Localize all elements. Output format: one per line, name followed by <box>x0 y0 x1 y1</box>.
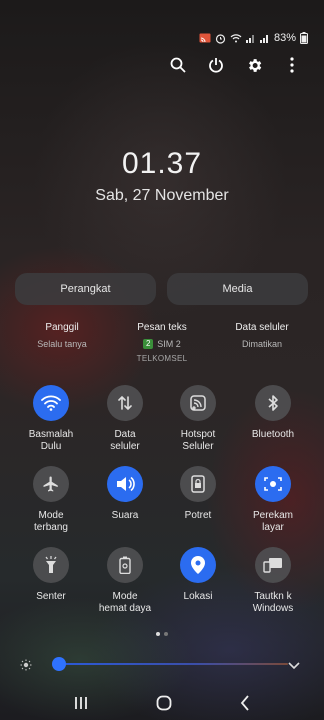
tile-screen-recorder[interactable]: Perekam layar <box>233 466 313 534</box>
tile-wifi[interactable]: Basmalah Dulu <box>11 385 91 453</box>
rotation-lock-icon[interactable] <box>180 466 216 502</box>
wifi-icon[interactable] <box>33 385 69 421</box>
sim-badge: 2 <box>143 339 154 349</box>
tile-bluetooth[interactable]: Bluetooth <box>233 385 313 441</box>
clock-date[interactable]: Sab, 27 November <box>0 187 324 205</box>
signal-icon <box>259 33 270 43</box>
clock-time[interactable]: 01.37 <box>0 147 324 181</box>
call-setting[interactable]: Panggil Selalu tanya <box>12 322 112 349</box>
devices-button[interactable]: Perangkat <box>15 273 156 305</box>
chevron-down-icon[interactable] <box>288 658 300 676</box>
alarm-icon <box>215 33 226 44</box>
cast-icon <box>199 33 211 43</box>
tile-mobile-data[interactable]: Data seluler <box>85 385 165 453</box>
signal-icon <box>245 33 256 43</box>
brightness-slider[interactable] <box>18 656 308 672</box>
sim-label: SIM 2 <box>157 339 181 349</box>
brightness-track[interactable] <box>58 663 288 665</box>
tile-label: Perekam layar <box>252 510 293 533</box>
mobile-data-sub: Dimatikan <box>241 339 282 349</box>
speaker-icon[interactable] <box>107 466 143 502</box>
call-sub: Selalu tanya <box>37 339 87 349</box>
status-bar: 83% <box>199 30 308 46</box>
search-icon[interactable] <box>168 55 188 75</box>
tile-power-saving[interactable]: Mode hemat daya <box>85 547 165 615</box>
tile-label: Lokasi <box>183 591 213 602</box>
sms-sub: 2 SIM 2 <box>112 339 212 349</box>
page-dot <box>164 632 168 636</box>
brightness-knob[interactable] <box>52 657 66 671</box>
battery-percent: 83% <box>273 32 296 44</box>
power-saving-icon[interactable] <box>107 547 143 583</box>
gear-icon[interactable] <box>244 55 264 75</box>
tile-label: Suara <box>111 510 139 521</box>
tile-link-windows[interactable]: Tautkn k Windows <box>233 547 313 615</box>
tile-label: Basmalah Dulu <box>28 429 74 452</box>
sms-title: Pesan teks <box>137 322 187 333</box>
location-icon[interactable] <box>180 547 216 583</box>
sms-setting[interactable]: Pesan teks 2 SIM 2 TELKOMSEL <box>112 322 212 363</box>
tile-hotspot[interactable]: Hotspot Seluler <box>158 385 238 453</box>
tile-airplane[interactable]: Mode terbang <box>11 466 91 534</box>
tile-flashlight[interactable]: Senter <box>11 547 91 603</box>
mobile-data-title: Data seluler <box>235 322 289 333</box>
power-icon[interactable] <box>206 55 226 75</box>
navigation-bar <box>0 690 324 720</box>
tile-label: Potret <box>184 510 212 521</box>
mobile-data-setting[interactable]: Data seluler Dimatikan <box>212 322 312 349</box>
tile-label: Senter <box>36 591 66 602</box>
tile-label: Data seluler <box>110 429 140 452</box>
brightness-icon <box>20 658 32 676</box>
more-icon[interactable] <box>282 55 302 75</box>
screen-record-icon[interactable] <box>255 466 291 502</box>
recents-icon[interactable] <box>74 696 88 715</box>
wifi-icon <box>230 33 242 43</box>
page-indicator <box>156 632 168 636</box>
top-actions <box>168 55 302 75</box>
tile-location[interactable]: Lokasi <box>158 547 238 603</box>
airplane-icon[interactable] <box>33 466 69 502</box>
tile-label: Tautkn k Windows <box>252 591 294 614</box>
flashlight-icon[interactable] <box>33 547 69 583</box>
tile-portrait[interactable]: Potret <box>158 466 238 522</box>
call-title: Panggil <box>45 322 79 333</box>
tile-label: Hotspot Seluler <box>180 429 216 452</box>
media-button[interactable]: Media <box>167 273 308 305</box>
battery-icon <box>300 32 308 44</box>
bluetooth-icon[interactable] <box>255 385 291 421</box>
carrier-label: TELKOMSEL <box>136 354 188 363</box>
link-windows-icon[interactable] <box>255 547 291 583</box>
page-dot-active <box>156 632 160 636</box>
tile-sound[interactable]: Suara <box>85 466 165 522</box>
tile-label: Mode terbang <box>34 510 68 533</box>
tile-label: Bluetooth <box>251 429 295 440</box>
tile-label: Mode hemat daya <box>98 591 152 614</box>
data-arrows-icon[interactable] <box>107 385 143 421</box>
home-icon[interactable] <box>156 695 172 716</box>
back-icon[interactable] <box>240 694 250 716</box>
hotspot-icon[interactable] <box>180 385 216 421</box>
